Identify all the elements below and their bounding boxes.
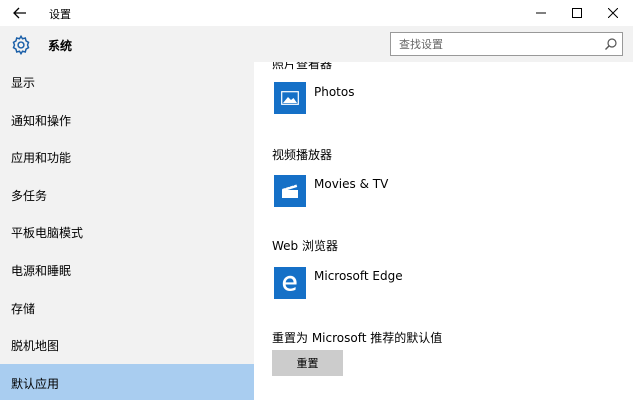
sidebar-item-label: 默认应用 [11, 376, 60, 391]
reset-button[interactable]: 重置 [272, 350, 343, 376]
sidebar-item-label: 电源和睡眠 [11, 263, 72, 278]
sidebar-item-display[interactable]: 显示 [0, 63, 254, 101]
close-icon [608, 8, 618, 18]
back-arrow-icon [13, 7, 26, 19]
close-button[interactable] [598, 0, 628, 26]
sidebar-item-label: 脱机地图 [11, 339, 60, 354]
web-browser-selector[interactable]: Microsoft Edge [274, 267, 574, 299]
gear-icon [12, 34, 30, 56]
web-browser-name: Microsoft Edge [314, 269, 403, 283]
minimize-button[interactable] [526, 0, 556, 26]
search-band [254, 26, 633, 62]
sidebar-nav: 显示 通知和操作 应用和功能 多任务 平板电脑模式 电源和睡眠 存储 脱机地图 … [0, 63, 254, 400]
minimize-icon [536, 12, 546, 14]
web-browser-heading: Web 浏览器 [272, 239, 338, 253]
default-apps-content: 照片查看器 Photos 视频播放器 Movies & TV Web 浏览器 M [254, 62, 633, 400]
photo-app-selector[interactable]: Photos [274, 82, 574, 114]
video-app-name: Movies & TV [314, 177, 389, 191]
sidebar-item-apps-features[interactable]: 应用和功能 [0, 138, 254, 176]
movies-tv-icon [282, 183, 298, 198]
sidebar-item-label: 应用和功能 [11, 151, 72, 166]
reset-heading: 重置为 Microsoft 推荐的默认值 [272, 331, 443, 345]
maximize-button[interactable] [562, 0, 592, 26]
search-input[interactable] [391, 33, 596, 55]
edge-tile [274, 267, 306, 299]
edge-icon [282, 275, 297, 291]
video-player-heading: 视频播放器 [272, 148, 333, 162]
sidebar: 系统 显示 通知和操作 应用和功能 多任务 平板电脑模式 电源和睡眠 存储 脱机… [0, 26, 254, 400]
sidebar-item-tablet-mode[interactable]: 平板电脑模式 [0, 213, 254, 251]
sidebar-item-label: 多任务 [11, 188, 48, 203]
maximize-icon [572, 8, 582, 18]
sidebar-item-power-sleep[interactable]: 电源和睡眠 [0, 251, 254, 289]
search-box[interactable] [390, 32, 623, 56]
back-button[interactable] [8, 3, 32, 23]
sidebar-item-default-apps[interactable]: 默认应用 [0, 363, 254, 400]
section-header: 系统 [0, 26, 254, 62]
sidebar-item-label: 存储 [11, 301, 36, 316]
photos-icon [281, 91, 299, 105]
video-app-selector[interactable]: Movies & TV [274, 175, 574, 207]
sidebar-item-storage[interactable]: 存储 [0, 289, 254, 327]
sidebar-item-notifications[interactable]: 通知和操作 [0, 101, 254, 139]
window-title: 设置 [49, 8, 71, 21]
search-icon[interactable] [604, 37, 618, 51]
photos-tile [274, 82, 306, 114]
movies-tv-tile [274, 175, 306, 207]
sidebar-item-label: 通知和操作 [11, 113, 72, 128]
sidebar-item-label: 平板电脑模式 [11, 226, 84, 241]
photo-app-name: Photos [314, 85, 355, 99]
section-title: 系统 [48, 39, 73, 53]
title-bar: 设置 [0, 0, 633, 26]
sidebar-item-label: 显示 [11, 76, 36, 90]
sidebar-item-multitasking[interactable]: 多任务 [0, 176, 254, 214]
sidebar-item-offline-maps[interactable]: 脱机地图 [0, 326, 254, 364]
photo-viewer-heading: 照片查看器 [272, 62, 333, 71]
